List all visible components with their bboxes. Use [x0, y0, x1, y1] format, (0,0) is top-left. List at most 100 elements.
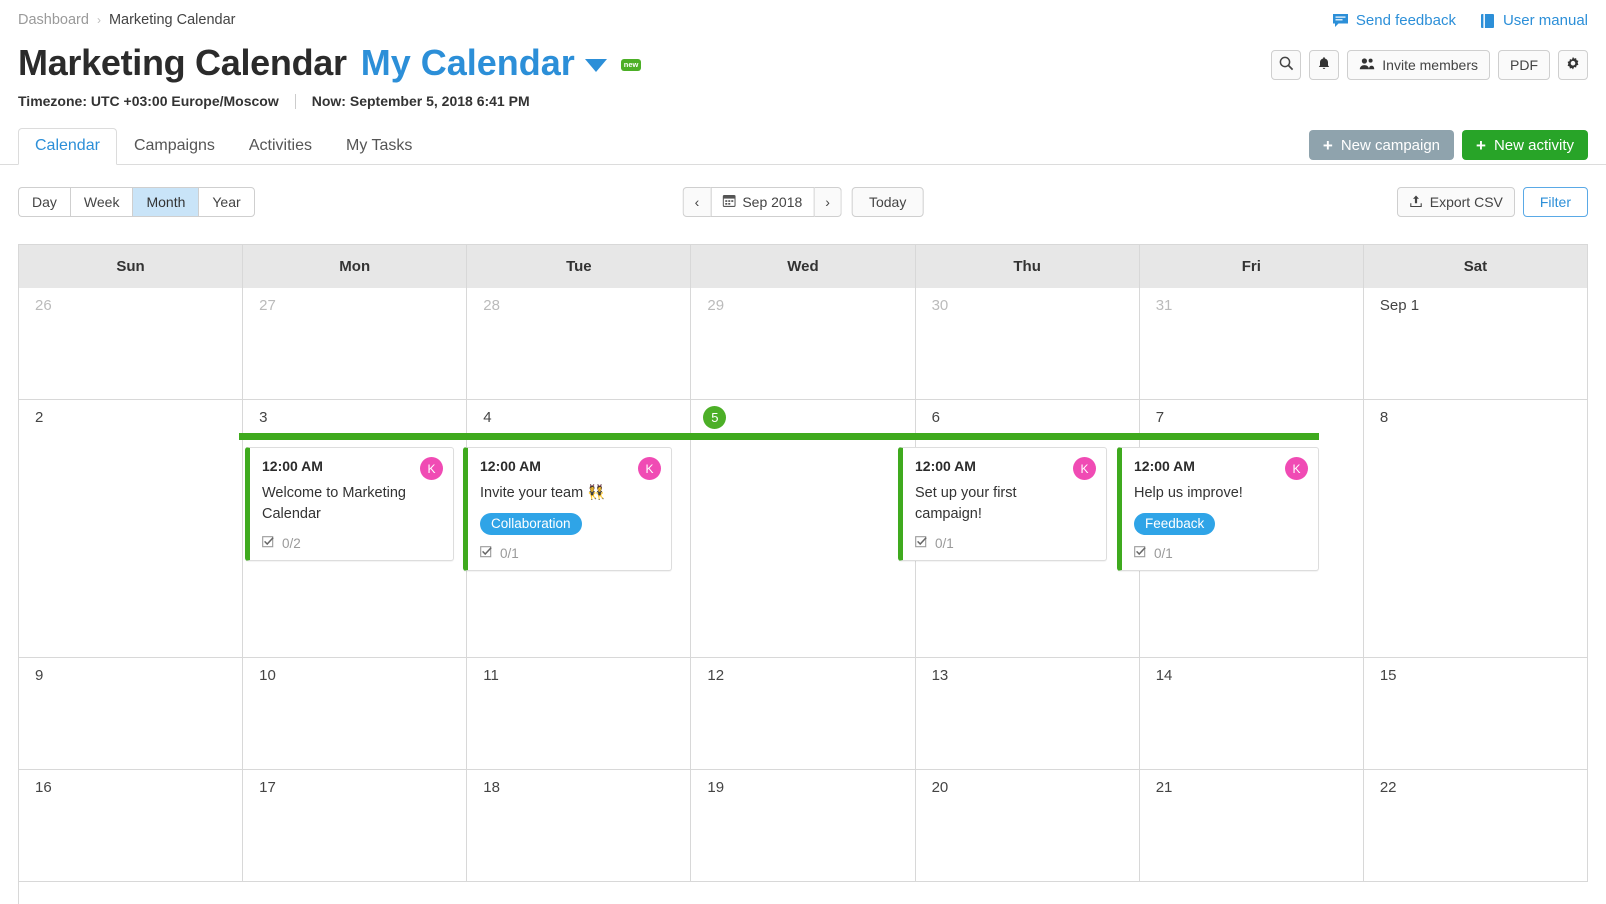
new-activity-label: New activity [1493, 136, 1574, 154]
view-mode-day[interactable]: Day [18, 187, 70, 217]
calendar-day-cell[interactable]: 20 [915, 770, 1140, 882]
toolbar-right-actions: Export CSV Filter [1396, 187, 1588, 217]
checklist-count: 0/1 [935, 535, 954, 551]
tab-my-tasks[interactable]: My Tasks [329, 128, 429, 164]
search-icon [1279, 56, 1294, 74]
checklist-count: 0/1 [500, 545, 519, 561]
calendar-day-cell[interactable]: 14 [1139, 658, 1364, 770]
calendar-day-cell[interactable]: 29 [691, 288, 916, 400]
calendar-week-row: 2 3 4 5 6 7 8 12:00 AM K Welcome to Mark… [19, 400, 1588, 658]
dow-wed: Wed [691, 245, 916, 288]
calendar-day-cell[interactable]: 30 [915, 288, 1140, 400]
day-number: 12 [707, 667, 725, 684]
next-period-button[interactable]: › [814, 187, 842, 217]
user-manual-link[interactable]: User manual [1480, 12, 1588, 29]
current-period-button[interactable]: Sep 2018 [710, 187, 815, 217]
calendar-day-cell[interactable]: 12 [691, 658, 916, 770]
event-card[interactable]: 12:00 AM K Welcome to Marketing Calendar… [245, 447, 454, 562]
calendar-day-cell[interactable]: 22 [1363, 770, 1588, 882]
day-number: 30 [931, 297, 949, 314]
view-mode-week[interactable]: Week [69, 187, 133, 217]
event-time: 12:00 AM [262, 458, 323, 474]
export-csv-button[interactable]: Export CSV [1396, 187, 1515, 217]
top-links: Send feedback User manual [1332, 12, 1588, 29]
all-day-event-band[interactable] [239, 433, 1319, 440]
calendar-day-cell[interactable]: 17 [243, 770, 468, 882]
calendar-day-cell[interactable]: 9 [19, 658, 244, 770]
calendar-day-cell[interactable]: 21 [1139, 770, 1364, 882]
day-number: 27 [259, 297, 276, 314]
avatar[interactable]: K [1285, 457, 1308, 480]
calendar-day-cell[interactable]: 26 [19, 288, 244, 400]
event-tag[interactable]: Collaboration [480, 513, 582, 536]
people-icon [1359, 57, 1375, 73]
breadcrumb: Dashboard › Marketing Calendar [18, 12, 235, 28]
period-nav-group: ‹ Sep 2018 › [682, 187, 842, 217]
gear-icon [1565, 56, 1581, 75]
calendar-week-row: 9 10 11 12 13 14 15 [19, 658, 1588, 770]
day-number: 9 [35, 667, 44, 684]
event-time: 12:00 AM [480, 458, 541, 474]
calendar-day-cell[interactable]: 31 [1139, 288, 1364, 400]
calendar-day-cell[interactable]: 18 [467, 770, 692, 882]
checklist-count: 0/2 [282, 535, 301, 551]
new-activity-button[interactable]: + New activity [1462, 130, 1588, 160]
calendar-day-cell[interactable]: 15 [1363, 658, 1588, 770]
day-number: 16 [35, 779, 52, 796]
settings-button[interactable] [1558, 50, 1588, 80]
event-title: Welcome to Marketing Calendar [262, 485, 406, 523]
event-card[interactable]: 12:00 AM K Set up your first campaign! 0… [898, 447, 1107, 562]
event-checklist: 0/1 [1134, 545, 1306, 561]
today-button[interactable]: Today [851, 187, 924, 217]
event-card[interactable]: 12:00 AM K Help us improve! Feedback 0/1 [1117, 447, 1319, 572]
tab-campaigns[interactable]: Campaigns [117, 128, 232, 164]
calendar-day-cell[interactable]: 2 [19, 400, 244, 658]
pdf-button[interactable]: PDF [1498, 50, 1550, 80]
day-number: 4 [483, 409, 492, 426]
plus-icon: + [1322, 135, 1333, 155]
event-tag[interactable]: Feedback [1134, 513, 1216, 536]
chat-bubble-icon [1332, 13, 1349, 28]
calendar-day-cell[interactable]: Sep 1 [1363, 288, 1588, 400]
breadcrumb-current: Marketing Calendar [108, 12, 236, 28]
event-title: Help us improve! [1134, 485, 1243, 501]
calendar-day-cell[interactable]: 27 [243, 288, 468, 400]
breadcrumb-dashboard-link[interactable]: Dashboard [18, 12, 89, 28]
day-number: 6 [931, 409, 940, 426]
send-feedback-link[interactable]: Send feedback [1332, 12, 1456, 29]
view-mode-month[interactable]: Month [132, 187, 199, 217]
search-button[interactable] [1271, 50, 1302, 80]
calendar-day-cell[interactable]: 13 [915, 658, 1140, 770]
day-number: 11 [483, 667, 499, 684]
new-campaign-label: New campaign [1340, 136, 1441, 154]
avatar[interactable]: K [1073, 457, 1096, 480]
calendar-day-cell[interactable]: 19 [691, 770, 916, 882]
day-number: 14 [1155, 667, 1173, 684]
view-mode-year[interactable]: Year [198, 187, 255, 217]
upload-icon [1409, 194, 1423, 211]
checklist-icon [262, 535, 275, 551]
filter-button[interactable]: Filter [1522, 187, 1588, 217]
invite-members-button[interactable]: Invite members [1347, 50, 1490, 80]
day-number-today: 5 [703, 406, 727, 429]
day-number: 22 [1379, 779, 1397, 796]
new-campaign-button[interactable]: + New campaign [1308, 130, 1455, 160]
day-number: 21 [1155, 779, 1173, 796]
notifications-button[interactable] [1309, 50, 1340, 80]
calendar-day-cell[interactable]: 10 [243, 658, 468, 770]
calendar-selector-dropdown[interactable]: My Calendar [361, 42, 607, 84]
tab-activities[interactable]: Activities [232, 128, 329, 164]
event-card[interactable]: 12:00 AM K Invite your team 👯 Collaborat… [463, 447, 672, 572]
calendar-day-cell[interactable]: 8 [1363, 400, 1588, 658]
calendar-day-cell[interactable]: 28 [467, 288, 692, 400]
tab-calendar[interactable]: Calendar [18, 128, 117, 165]
calendar-day-cell[interactable]: 11 [467, 658, 692, 770]
calendar-week-row: 16 17 18 19 20 21 22 [19, 770, 1588, 882]
page-title: Marketing Calendar [18, 42, 347, 83]
main-tabs: Calendar Campaigns Activities My Tasks [18, 128, 429, 165]
prev-period-button[interactable]: ‹ [682, 187, 711, 217]
avatar[interactable]: K [638, 457, 661, 480]
avatar[interactable]: K [420, 457, 443, 480]
day-number: 3 [259, 409, 268, 426]
calendar-day-cell[interactable]: 16 [19, 770, 244, 882]
